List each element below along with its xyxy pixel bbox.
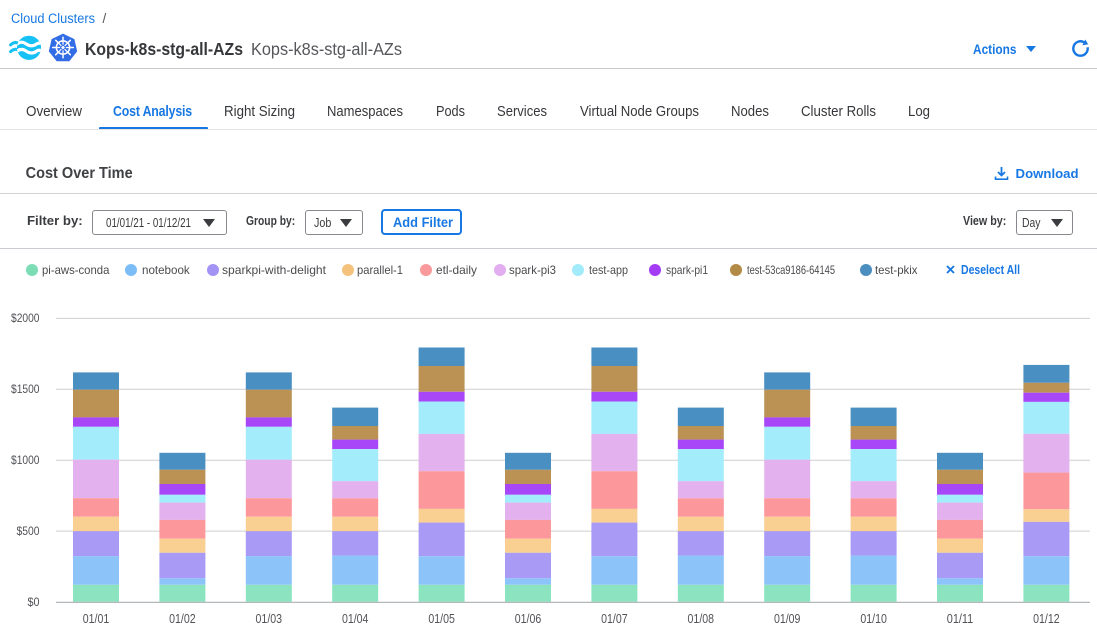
svg-text:01/11: 01/11 <box>947 612 974 626</box>
svg-text:$1500: $1500 <box>11 382 40 396</box>
svg-text:$0: $0 <box>28 595 40 609</box>
svg-text:01/09: 01/09 <box>774 612 801 626</box>
svg-text:$1000: $1000 <box>11 453 40 467</box>
svg-text:01/12: 01/12 <box>1033 612 1060 626</box>
svg-text:01/07: 01/07 <box>601 612 628 626</box>
svg-text:01/08: 01/08 <box>688 612 715 626</box>
svg-text:01/04: 01/04 <box>342 612 369 626</box>
svg-text:01/05: 01/05 <box>428 612 455 626</box>
svg-text:01/10: 01/10 <box>860 612 887 626</box>
svg-text:$2000: $2000 <box>11 311 40 325</box>
svg-text:01/02: 01/02 <box>169 612 196 626</box>
svg-text:01/06: 01/06 <box>515 612 542 626</box>
svg-text:01/01: 01/01 <box>83 612 110 626</box>
svg-text:$500: $500 <box>17 524 40 538</box>
svg-text:01/03: 01/03 <box>256 612 283 626</box>
